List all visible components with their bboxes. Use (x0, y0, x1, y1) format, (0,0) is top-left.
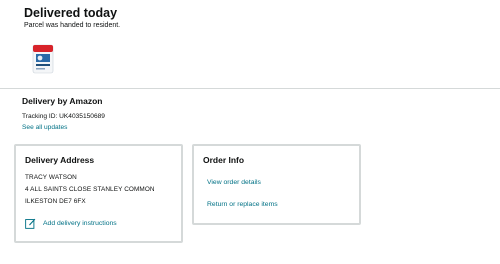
address-line-name: TRACY WATSON (25, 174, 77, 181)
tracking-id: Tracking ID: UK4035150689 (22, 113, 105, 120)
order-info-card: Order Info View order details Return or … (192, 144, 361, 225)
delivery-status-subtitle: Parcel was handed to resident. (24, 22, 121, 29)
view-order-details-link[interactable]: View order details (207, 179, 261, 186)
see-all-updates-link[interactable]: See all updates (22, 124, 67, 131)
address-line-city: ILKESTON DE7 6FX (25, 198, 86, 205)
edit-icon (25, 218, 36, 229)
section-divider (0, 88, 500, 89)
return-or-replace-link[interactable]: Return or replace items (207, 201, 278, 208)
add-delivery-instructions-label: Add delivery instructions (43, 220, 117, 227)
delivery-status-title: Delivered today (24, 6, 118, 20)
delivery-carrier-heading: Delivery by Amazon (22, 96, 103, 106)
delivery-address-title: Delivery Address (25, 155, 95, 165)
product-image[interactable] (30, 43, 56, 75)
address-line-street: 4 ALL SAINTS CLOSE STANLEY COMMON (25, 186, 155, 193)
delivery-address-card: Delivery Address TRACY WATSON 4 ALL SAIN… (14, 144, 183, 243)
order-info-title: Order Info (203, 155, 245, 165)
add-delivery-instructions-button[interactable]: Add delivery instructions (25, 218, 117, 229)
